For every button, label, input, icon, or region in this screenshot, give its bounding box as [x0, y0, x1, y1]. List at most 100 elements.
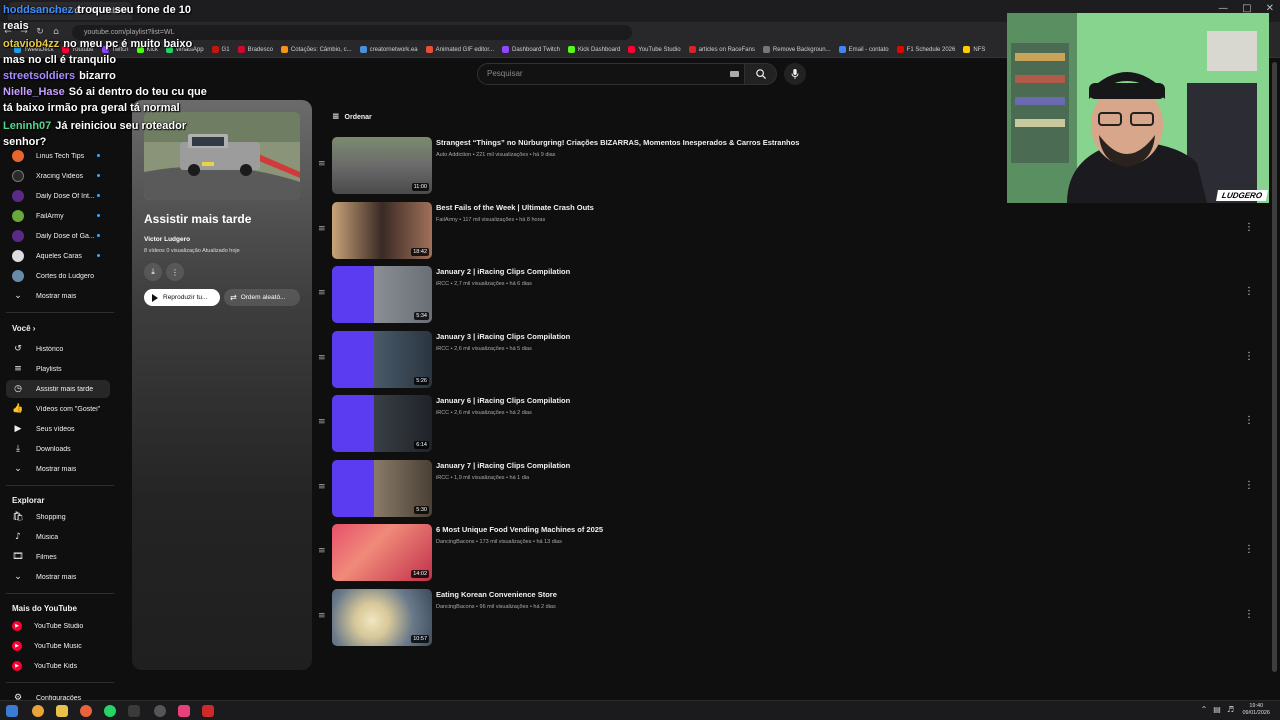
video-thumbnail[interactable]: 14:02	[332, 524, 432, 581]
drag-handle-icon[interactable]: ≡	[318, 288, 328, 298]
voice-search-button[interactable]	[784, 63, 806, 85]
chevron-up-icon[interactable]: ⌃	[1201, 705, 1208, 714]
taskbar-clock[interactable]: 19:40 09/01/2026	[1242, 703, 1270, 717]
keyboard-icon[interactable]	[730, 71, 739, 77]
sidebar-item-show-more-explore[interactable]: ⌄ Mostrar mais	[6, 568, 110, 586]
playlist-video-row[interactable]: ≡ 10:57 Eating Korean Convenience Store Dan…	[316, 588, 1260, 649]
sidebar-item-history[interactable]: ↺ Histórico	[6, 340, 110, 358]
volume-icon[interactable]: ♬	[1227, 705, 1234, 714]
video-thumbnail[interactable]: 10:57	[332, 588, 432, 646]
sidebar-item-youtube-music[interactable]: ▶ YouTube Music	[6, 637, 110, 655]
drag-handle-icon[interactable]: ≡	[318, 546, 328, 556]
start-icon[interactable]	[6, 705, 18, 717]
bookmark-item[interactable]: G1	[211, 46, 230, 53]
obs-icon[interactable]	[154, 705, 166, 717]
drag-handle-icon[interactable]: ≡	[318, 224, 328, 234]
sidebar-item-daily-dose-of-internet[interactable]: Daily Dose Of Int...	[6, 187, 110, 205]
app-icon[interactable]	[202, 705, 214, 717]
video-thumbnail[interactable]: 5:34	[332, 266, 432, 323]
app-icon[interactable]	[178, 705, 190, 717]
playlist-more-button[interactable]: ⋮	[166, 263, 184, 281]
play-all-button[interactable]: Reproduzir tu...	[144, 289, 220, 306]
more-vertical-icon[interactable]: ⋮	[1244, 544, 1254, 555]
video-title[interactable]: January 7 | iRacing Clips Compilation	[436, 461, 570, 470]
shuffle-button[interactable]: ⇄ Ordem aleató...	[224, 289, 300, 306]
bookmark-item[interactable]: Dashboard Twitch	[502, 46, 560, 53]
bookmark-item[interactable]: creatornetwork.ea	[359, 46, 418, 53]
whatsapp-icon[interactable]	[104, 705, 116, 717]
sidebar-item-movies[interactable]: 🎞 Filmes	[6, 548, 110, 566]
download-button[interactable]: ⤓	[144, 263, 162, 281]
sidebar-item-daily-dose-of-games[interactable]: Daily Dose of Ga...	[6, 227, 110, 245]
bookmark-item[interactable]: Remove Backgroun...	[762, 46, 831, 53]
playlist-video-row[interactable]: ≡ 5:30 January 7 | iRacing Clips Compilati…	[316, 459, 1260, 520]
file-explorer-icon[interactable]	[56, 705, 68, 717]
sidebar-item-downloads[interactable]: ⤓ Downloads	[6, 440, 110, 458]
sidebar-item-playlists[interactable]: ≡ Playlists	[6, 360, 110, 378]
drag-handle-icon[interactable]: ≡	[318, 482, 328, 492]
playlist-video-row[interactable]: ≡ 14:02 6 Most Unique Food Vending Machine…	[316, 524, 1260, 584]
bookmark-item[interactable]: F1 Schedule 2026	[896, 46, 955, 53]
drag-handle-icon[interactable]: ≡	[318, 611, 328, 621]
video-thumbnail[interactable]: 6:14	[332, 395, 432, 452]
bookmark-item[interactable]: NFS	[963, 46, 985, 53]
search-input[interactable]: Pesquisar	[477, 63, 745, 85]
bookmark-item[interactable]: Email - contato	[838, 46, 889, 53]
more-vertical-icon[interactable]: ⋮	[1244, 480, 1254, 491]
playlist-video-row[interactable]: ≡ 5:34 January 2 | iRacing Clips Compilati…	[316, 266, 1260, 326]
sidebar-item-aqueles-caras[interactable]: Aqueles Caras	[6, 247, 110, 265]
scrollbar-thumb[interactable]	[1272, 62, 1277, 672]
more-vertical-icon[interactable]: ⋮	[1244, 222, 1254, 233]
sort-button[interactable]: ≡ Ordenar	[332, 112, 372, 122]
sidebar-item-shopping[interactable]: 🛍 Shopping	[6, 508, 110, 526]
sidebar-item-show-more-subscriptions[interactable]: ⌄ Mostrar mais	[6, 287, 110, 305]
more-vertical-icon[interactable]: ⋮	[1244, 609, 1254, 620]
chrome-icon[interactable]	[32, 705, 44, 717]
video-title[interactable]: Eating Korean Convenience Store	[436, 590, 557, 599]
drag-handle-icon[interactable]: ≡	[318, 159, 328, 169]
bookmark-item[interactable]: articles on RaceFans	[688, 46, 755, 53]
search-button[interactable]	[745, 63, 777, 85]
playlist-video-row[interactable]: ≡ 5:26 January 3 | iRacing Clips Compilati…	[316, 330, 1260, 391]
video-thumbnail[interactable]: 5:30	[332, 459, 432, 517]
app-icon[interactable]	[128, 705, 140, 717]
you-section-heading[interactable]: Você ›	[12, 324, 35, 333]
network-icon[interactable]: ▤	[1213, 705, 1221, 714]
video-title[interactable]: Best Fails of the Week | Ultimate Crash …	[436, 203, 594, 212]
page-scrollbar[interactable]	[1272, 62, 1277, 672]
sidebar-item-failarmy[interactable]: FailArmy	[6, 207, 110, 225]
sidebar-item-liked-videos[interactable]: 👍 Vídeos com "Gostei"	[6, 400, 110, 418]
playlist-video-row[interactable]: ≡ 6:14 January 6 | iRacing Clips Compilati…	[316, 395, 1260, 455]
more-vertical-icon[interactable]: ⋮	[1244, 351, 1254, 362]
bookmark-item[interactable]: Cotações: Câmbio, c...	[280, 46, 352, 53]
video-title[interactable]: January 3 | iRacing Clips Compilation	[436, 332, 570, 341]
firefox-icon[interactable]	[80, 705, 92, 717]
drag-handle-icon[interactable]: ≡	[318, 417, 328, 427]
sidebar-item-label: Aqueles Caras	[36, 252, 82, 260]
more-vertical-icon[interactable]: ⋮	[1244, 415, 1254, 426]
video-thumbnail[interactable]: 5:26	[332, 330, 432, 388]
playlist-owner[interactable]: Victor Ludgero	[144, 236, 190, 243]
sidebar-item-watch-later[interactable]: ◷ Assistir mais tarde	[6, 380, 110, 398]
video-title[interactable]: Strangest “Things” no Nürburgring! Criaç…	[436, 138, 799, 147]
video-title[interactable]: 6 Most Unique Food Vending Machines of 2…	[436, 525, 603, 534]
bookmark-item[interactable]: Kick Dashboard	[567, 46, 620, 53]
sidebar-item-youtube-studio[interactable]: ▶ YouTube Studio	[6, 617, 110, 635]
sidebar-item-music[interactable]: ♪ Música	[6, 528, 110, 546]
bookmark-item[interactable]: YouTube Studio	[628, 46, 681, 53]
sidebar-item-your-videos[interactable]: ▶ Seus vídeos	[6, 420, 110, 438]
chat-username: streetsoldiers	[3, 70, 76, 82]
bookmark-item[interactable]: Animated GIF editor...	[425, 46, 494, 53]
sidebar-item-youtube-kids[interactable]: ▶ YouTube Kids	[6, 657, 110, 675]
bookmark-item[interactable]: Bradesco	[237, 46, 273, 53]
sidebar-item-cortes-do-ludgero[interactable]: Cortes do Ludgero	[6, 267, 110, 285]
sidebar-item-show-more-you[interactable]: ⌄ Mostrar mais	[6, 460, 110, 478]
video-thumbnail[interactable]: 18:42	[332, 201, 432, 259]
video-title[interactable]: January 6 | iRacing Clips Compilation	[436, 396, 570, 405]
drag-handle-icon[interactable]: ≡	[318, 353, 328, 363]
sidebar-item-xracing-videos[interactable]: Xracing Videos	[6, 167, 110, 185]
video-thumbnail[interactable]: 11:00	[332, 137, 432, 194]
playlist-video-row[interactable]: ≡ 18:42 Best Fails of the Week | Ultimate …	[316, 201, 1260, 262]
more-vertical-icon[interactable]: ⋮	[1244, 286, 1254, 297]
video-title[interactable]: January 2 | iRacing Clips Compilation	[436, 267, 570, 276]
